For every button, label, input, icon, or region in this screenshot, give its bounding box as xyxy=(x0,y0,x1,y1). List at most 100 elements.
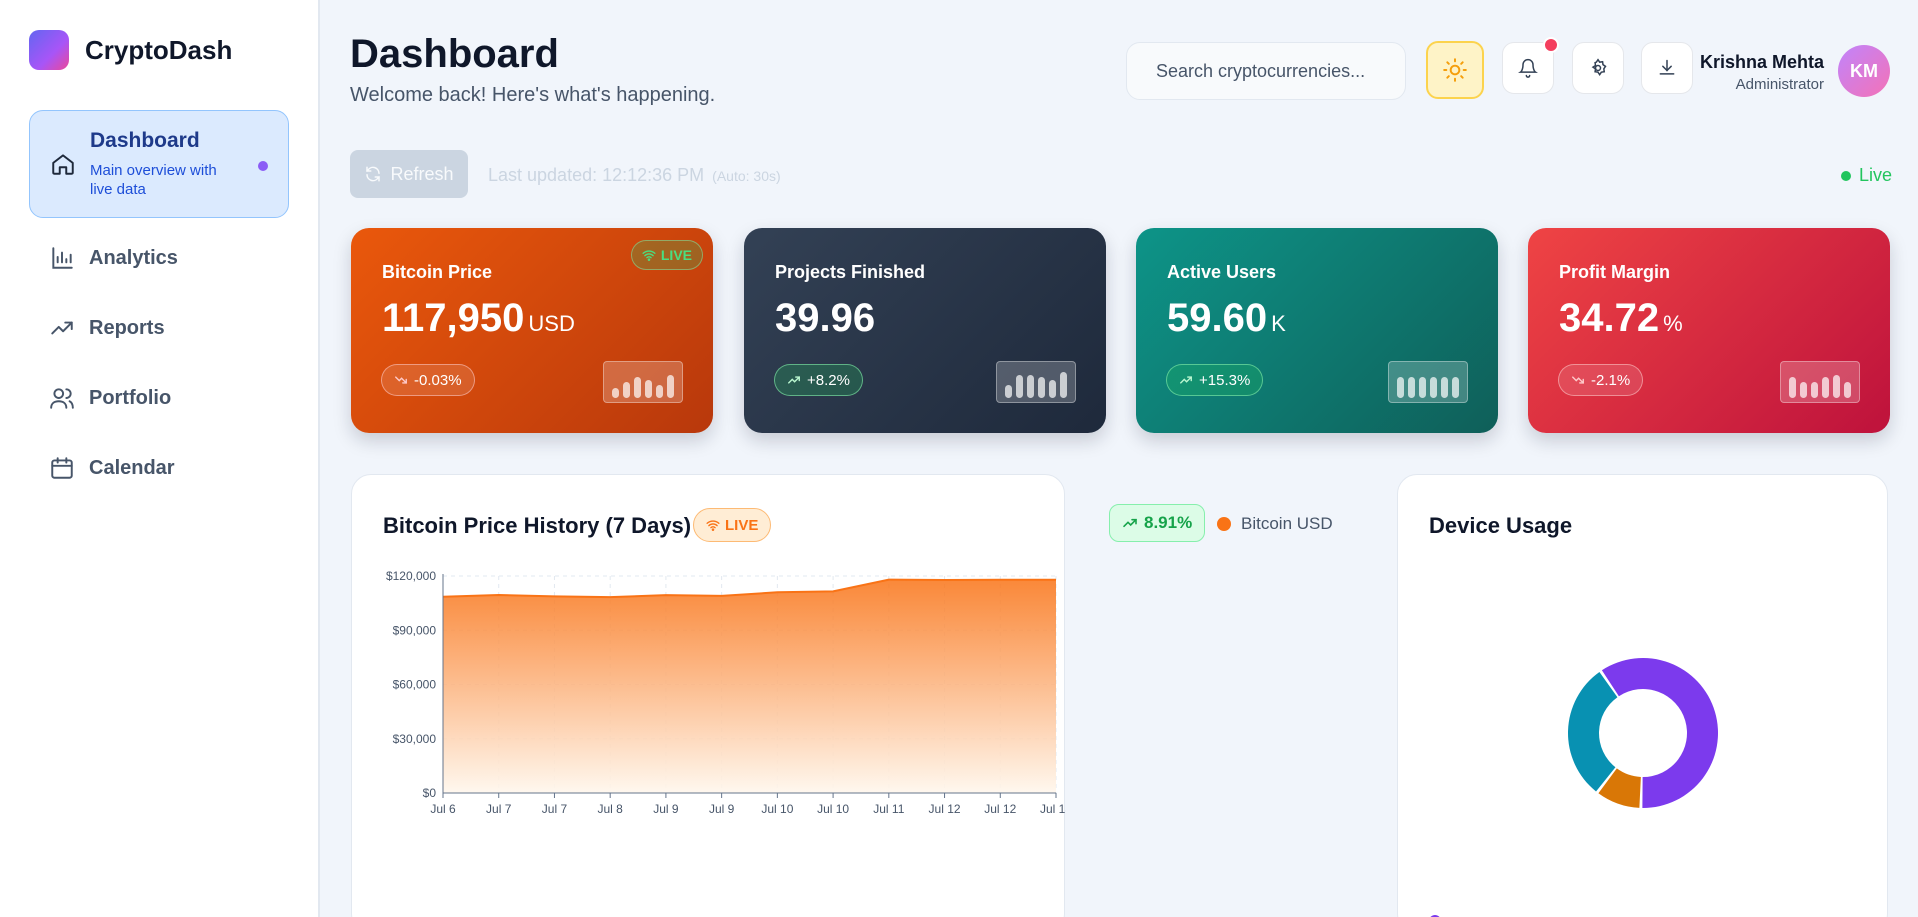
sparkline-bar xyxy=(667,375,674,398)
change-value: -2.1% xyxy=(1591,371,1631,389)
sparkline-bar xyxy=(1822,377,1829,398)
x-tick-label: Jul 13 xyxy=(1040,802,1066,816)
x-tick-label: Jul 9 xyxy=(653,802,679,816)
sidebar-item-reports[interactable]: Reports xyxy=(29,298,289,358)
sparkline-bar xyxy=(1397,377,1404,398)
card-title: Projects Finished xyxy=(775,262,926,282)
x-tick-label: Jul 12 xyxy=(984,802,1016,816)
gear-icon xyxy=(1591,58,1607,77)
change-badge: +15.3% xyxy=(1166,364,1264,396)
sparkline-bar xyxy=(1441,377,1448,398)
sidebar-item-portfolio[interactable]: Portfolio xyxy=(29,368,289,428)
x-tick-label: Jul 10 xyxy=(817,802,849,816)
chart-live-label: LIVE xyxy=(725,516,759,534)
sparkline-bar xyxy=(1789,377,1796,398)
search-box[interactable] xyxy=(1126,42,1406,100)
change-value: +8.2% xyxy=(807,371,850,389)
card-value: 34.72% xyxy=(1559,296,1683,341)
y-tick-label: $90,000 xyxy=(393,623,437,637)
sparkline-bar xyxy=(1027,375,1034,398)
settings-button[interactable] xyxy=(1572,42,1624,94)
change-badge: -0.03% xyxy=(381,364,475,396)
sidebar-item-sublabel: Main overview with live data xyxy=(90,162,217,198)
sparkline-bar xyxy=(1419,377,1426,398)
card-value-number: 117,950 xyxy=(382,296,525,340)
x-tick-label: Jul 9 xyxy=(709,802,735,816)
refresh-button[interactable]: Refresh xyxy=(350,150,468,198)
card-unit: K xyxy=(1271,311,1286,336)
live-badge: LIVE xyxy=(630,240,703,270)
sparkline xyxy=(1388,361,1468,403)
chart-live-badge: LIVE xyxy=(693,508,772,542)
refresh-icon xyxy=(366,166,381,182)
last-updated: Last updated: 12:12:36 PM (Auto: 30s) xyxy=(488,165,781,186)
y-tick-label: $60,000 xyxy=(393,678,437,692)
sparkline-bar xyxy=(1833,375,1840,398)
avatar[interactable]: KM xyxy=(1838,45,1890,97)
sparkline xyxy=(603,361,683,403)
sparkline-bar xyxy=(1408,377,1415,398)
x-tick-label: Jul 11 xyxy=(873,802,904,816)
card-title: Profit Margin xyxy=(1559,262,1670,282)
stat-card-active-users[interactable]: Active Users 59.60 K +15.3% xyxy=(1136,228,1498,433)
logo-icon xyxy=(29,30,69,70)
sidebar-item-dashboard[interactable]: Dashboard Main overview with live data xyxy=(29,110,289,218)
y-tick-label: $120,000 xyxy=(386,569,436,583)
change-value: -0.03% xyxy=(414,371,462,389)
sidebar-item-analytics[interactable]: Analytics xyxy=(29,228,289,288)
stat-card-profit-margin[interactable]: Profit Margin 34.72% -2.1% xyxy=(1528,228,1890,433)
y-tick-label: $30,000 xyxy=(393,732,437,746)
sidebar-item-calendar[interactable]: Calendar xyxy=(29,438,289,498)
x-tick-label: Jul 12 xyxy=(929,802,961,816)
card-title: Bitcoin Price xyxy=(382,262,493,282)
trending-up-icon xyxy=(51,321,73,335)
sparkline-bar xyxy=(1844,382,1851,398)
live-status-label: Live xyxy=(1858,165,1892,185)
download-icon xyxy=(1659,59,1675,75)
sun-icon xyxy=(1443,58,1467,82)
app-logo[interactable]: CryptoDash xyxy=(29,30,232,70)
active-indicator xyxy=(258,161,268,171)
trending-up-icon xyxy=(1180,376,1192,384)
sparkline-bar xyxy=(1049,380,1056,398)
card-value: 39.96 xyxy=(775,296,875,341)
chart-title: Bitcoin Price History (7 Days) xyxy=(383,513,692,538)
live-badge-label: LIVE xyxy=(660,247,692,263)
stat-card-projects-finished[interactable]: Projects Finished 39.96 +8.2% xyxy=(744,228,1106,433)
search-input[interactable] xyxy=(1156,60,1376,82)
card-value: 117,950 USD xyxy=(382,296,575,341)
sparkline-bar xyxy=(656,385,663,398)
trending-down-icon xyxy=(1572,376,1584,384)
x-tick-label: Jul 6 xyxy=(430,802,456,816)
sidebar-item-label: Dashboard xyxy=(90,129,200,152)
last-updated-text: Last updated: 12:12:36 PM xyxy=(488,165,705,185)
price-change-badge: 8.91% xyxy=(1109,504,1206,542)
sparkline-bar xyxy=(1811,382,1818,398)
bar-chart-icon xyxy=(52,247,73,269)
card-value-number: 34.72 xyxy=(1559,296,1660,340)
card-title: Active Users xyxy=(1167,262,1277,282)
notifications-button[interactable] xyxy=(1502,37,1559,94)
sidebar-item-label: Reports xyxy=(89,316,165,339)
sparkline-bar xyxy=(623,382,630,398)
chart-legend: Bitcoin USD xyxy=(1217,514,1333,534)
calendar-icon xyxy=(51,457,73,479)
theme-toggle-button[interactable] xyxy=(1426,41,1484,99)
app-name: CryptoDash xyxy=(85,34,233,65)
card-unit: USD xyxy=(528,311,575,336)
stat-card-bitcoin-price[interactable]: LIVE Bitcoin Price 117,950 USD -0.03% xyxy=(351,228,713,433)
card-value: 59.60 K xyxy=(1167,296,1286,341)
sidebar-item-label: Calendar xyxy=(89,456,175,479)
download-button[interactable] xyxy=(1641,42,1693,94)
sidebar-item-text: Dashboard Main overview with live data xyxy=(90,129,240,199)
legend-swatch xyxy=(1217,517,1231,531)
x-tick-label: Jul 7 xyxy=(486,802,512,816)
trending-up-icon xyxy=(788,376,800,384)
sidebar-item-label: Analytics xyxy=(89,246,178,269)
donut-slice[interactable] xyxy=(1568,671,1618,792)
sparkline-bar xyxy=(1800,382,1807,398)
trending-up-icon xyxy=(1123,518,1137,528)
sidebar-nav: Dashboard Main overview with live data A… xyxy=(29,110,289,508)
card-value-number: 59.60 xyxy=(1167,296,1268,340)
page-title: Dashboard xyxy=(350,32,559,76)
